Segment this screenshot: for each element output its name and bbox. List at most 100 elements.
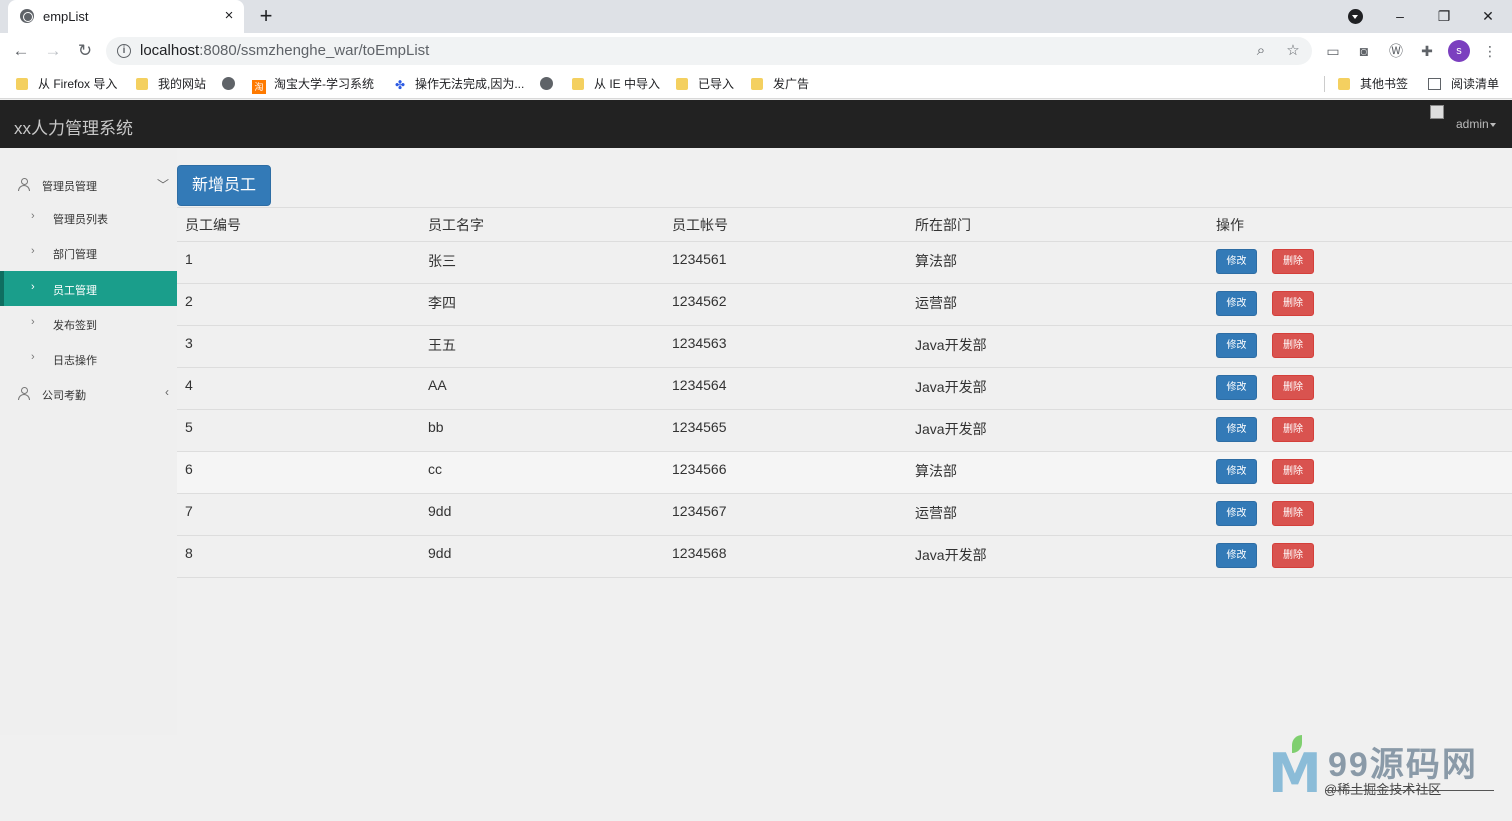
employee-id: 1 — [177, 241, 420, 284]
table-row: 1 张三 1234561 算法部 修改 删除 — [177, 241, 1512, 284]
delete-button[interactable]: 删除 — [1272, 333, 1314, 358]
edit-button[interactable]: 修改 — [1216, 417, 1257, 442]
profile-avatar[interactable]: s — [1448, 40, 1470, 62]
back-arrow-icon[interactable]: ← — [9, 39, 33, 63]
watermark-strike — [1326, 790, 1494, 791]
delete-button[interactable]: 删除 — [1272, 249, 1314, 274]
employee-account: 1234565 — [664, 409, 907, 452]
column-header: 所在部门 — [907, 207, 1208, 242]
add-employee-button[interactable]: 新增员工 — [177, 165, 271, 206]
caret-down-icon[interactable] — [1490, 123, 1496, 127]
employee-department: 算法部 — [907, 451, 1208, 494]
delete-button[interactable]: 删除 — [1272, 291, 1314, 316]
sidebar-group-label: 管理员管理 — [42, 181, 97, 193]
browser-tab-strip: empList × + – ❐ ✕ — [0, 0, 1512, 33]
edit-button[interactable]: 修改 — [1216, 375, 1257, 400]
browser-tab[interactable]: empList × — [8, 0, 244, 33]
delete-button[interactable]: 删除 — [1272, 375, 1314, 400]
tab-title: empList — [43, 9, 89, 24]
chevron-down-icon: ﹀ — [156, 178, 169, 192]
delete-button[interactable]: 删除 — [1272, 417, 1314, 442]
window-close-button[interactable]: ✕ — [1468, 3, 1508, 29]
other-bookmarks[interactable]: 其他书签 — [1338, 75, 1408, 93]
employee-account: 1234562 — [664, 283, 907, 326]
delete-button[interactable]: 删除 — [1272, 501, 1314, 526]
bookmarks-bar: 从 Firefox 导入 我的网站 淘淘宝大学-学习系统 ✤ 操作无法完成,因为.… — [0, 69, 1512, 99]
delete-button[interactable]: 删除 — [1272, 459, 1314, 484]
employee-name: bb — [420, 409, 664, 452]
delete-button[interactable]: 删除 — [1272, 543, 1314, 568]
chevron-right-icon: › — [31, 281, 35, 293]
folder-icon — [676, 78, 688, 90]
bookmark-item[interactable]: 从 IE 中导入 — [572, 75, 660, 93]
url-host: localhost — [140, 42, 200, 59]
sidebar-item-admin-list[interactable]: › 管理员列表 — [0, 200, 177, 235]
sidebar-item-logs[interactable]: › 日志操作 — [0, 341, 177, 376]
zoom-icon[interactable]: ⌕ — [1250, 40, 1272, 62]
edit-button[interactable]: 修改 — [1216, 291, 1257, 316]
bookmark-item[interactable]: 从 Firefox 导入 — [16, 75, 117, 93]
edit-button[interactable]: 修改 — [1216, 459, 1257, 484]
info-icon[interactable]: i — [117, 44, 131, 58]
sidebar-group-attendance[interactable]: 公司考勤 ‹ — [0, 377, 177, 411]
bookmark-item[interactable]: 发广告 — [751, 75, 809, 93]
row-actions: 修改 删除 — [1208, 409, 1512, 452]
url-text[interactable]: localhost:8080/ssmzhenghe_war/toEmpList — [140, 42, 429, 59]
star-icon[interactable]: ☆ — [1282, 40, 1304, 62]
close-tab-icon[interactable]: × — [220, 6, 238, 26]
chevron-right-icon: › — [31, 316, 35, 328]
employee-department: Java开发部 — [907, 367, 1208, 410]
extensions-icon[interactable]: ✚ — [1416, 40, 1438, 62]
employee-name: 张三 — [420, 241, 664, 284]
folder-icon — [572, 78, 584, 90]
extension-icon[interactable]: ▭ — [1322, 40, 1344, 62]
url-path: :8080/ssmzhenghe_war/toEmpList — [199, 42, 430, 59]
folder-icon — [136, 78, 148, 90]
broken-avatar-image — [1430, 105, 1444, 119]
new-tab-button[interactable]: + — [254, 4, 278, 28]
edit-button[interactable]: 修改 — [1216, 333, 1257, 358]
sidebar-item-employees[interactable]: › 员工管理 — [0, 271, 177, 306]
employee-id: 3 — [177, 325, 420, 368]
employee-id: 8 — [177, 535, 420, 578]
employee-account: 1234567 — [664, 493, 907, 536]
bookmark-item[interactable] — [222, 75, 235, 93]
employee-name: AA — [420, 367, 664, 410]
baidu-paw-icon: ✤ — [394, 78, 406, 92]
edit-button[interactable]: 修改 — [1216, 501, 1257, 526]
sidebar: 管理员管理 ﹀ › 管理员列表 › 部门管理 › 员工管理 › 发布签到 › 日… — [0, 148, 177, 735]
user-menu[interactable]: admin — [1456, 117, 1489, 131]
edit-button[interactable]: 修改 — [1216, 543, 1257, 568]
edit-button[interactable]: 修改 — [1216, 249, 1257, 274]
bookmark-item[interactable]: 已导入 — [676, 75, 734, 93]
minimize-button[interactable]: – — [1380, 3, 1420, 29]
employee-name: 李四 — [420, 283, 664, 326]
employee-department: Java开发部 — [907, 325, 1208, 368]
reading-list[interactable]: 阅读清单 — [1428, 75, 1499, 93]
bookmark-item[interactable] — [540, 75, 553, 93]
reload-icon[interactable]: ↻ — [73, 39, 97, 63]
table-row: 8 9dd 1234568 Java开发部 修改 删除 — [177, 535, 1512, 578]
bookmark-item[interactable]: ✤ 操作无法完成,因为... — [393, 75, 524, 93]
employee-account: 1234568 — [664, 535, 907, 578]
user-icon — [17, 178, 31, 192]
restore-button[interactable]: ❐ — [1424, 3, 1464, 29]
column-header: 员工帐号 — [664, 207, 907, 242]
sidebar-group-admin[interactable]: 管理员管理 ﹀ — [0, 168, 177, 202]
forward-arrow-icon[interactable]: → — [41, 39, 65, 63]
employee-department: 运营部 — [907, 283, 1208, 326]
bookmark-item[interactable]: 淘淘宝大学-学习系统 — [252, 75, 374, 94]
address-bar[interactable]: i localhost:8080/ssmzhenghe_war/toEmpLis… — [106, 37, 1312, 65]
tab-search-icon[interactable] — [1348, 9, 1363, 24]
table-row: 5 bb 1234565 Java开发部 修改 删除 — [177, 409, 1512, 452]
sidebar-item-departments[interactable]: › 部门管理 — [0, 235, 177, 270]
bookmark-item[interactable]: 我的网站 — [136, 75, 206, 93]
employee-department: 运营部 — [907, 493, 1208, 536]
folder-icon — [16, 78, 28, 90]
app-title[interactable]: xx人力管理系统 — [14, 114, 133, 139]
sidebar-item-checkin[interactable]: › 发布签到 — [0, 306, 177, 341]
w-extension-icon[interactable]: Ⓦ — [1385, 40, 1407, 62]
menu-icon[interactable]: ⋮ — [1479, 40, 1501, 62]
camera-icon[interactable]: ◙ — [1353, 40, 1375, 62]
chevron-left-icon: ‹ — [165, 385, 169, 399]
